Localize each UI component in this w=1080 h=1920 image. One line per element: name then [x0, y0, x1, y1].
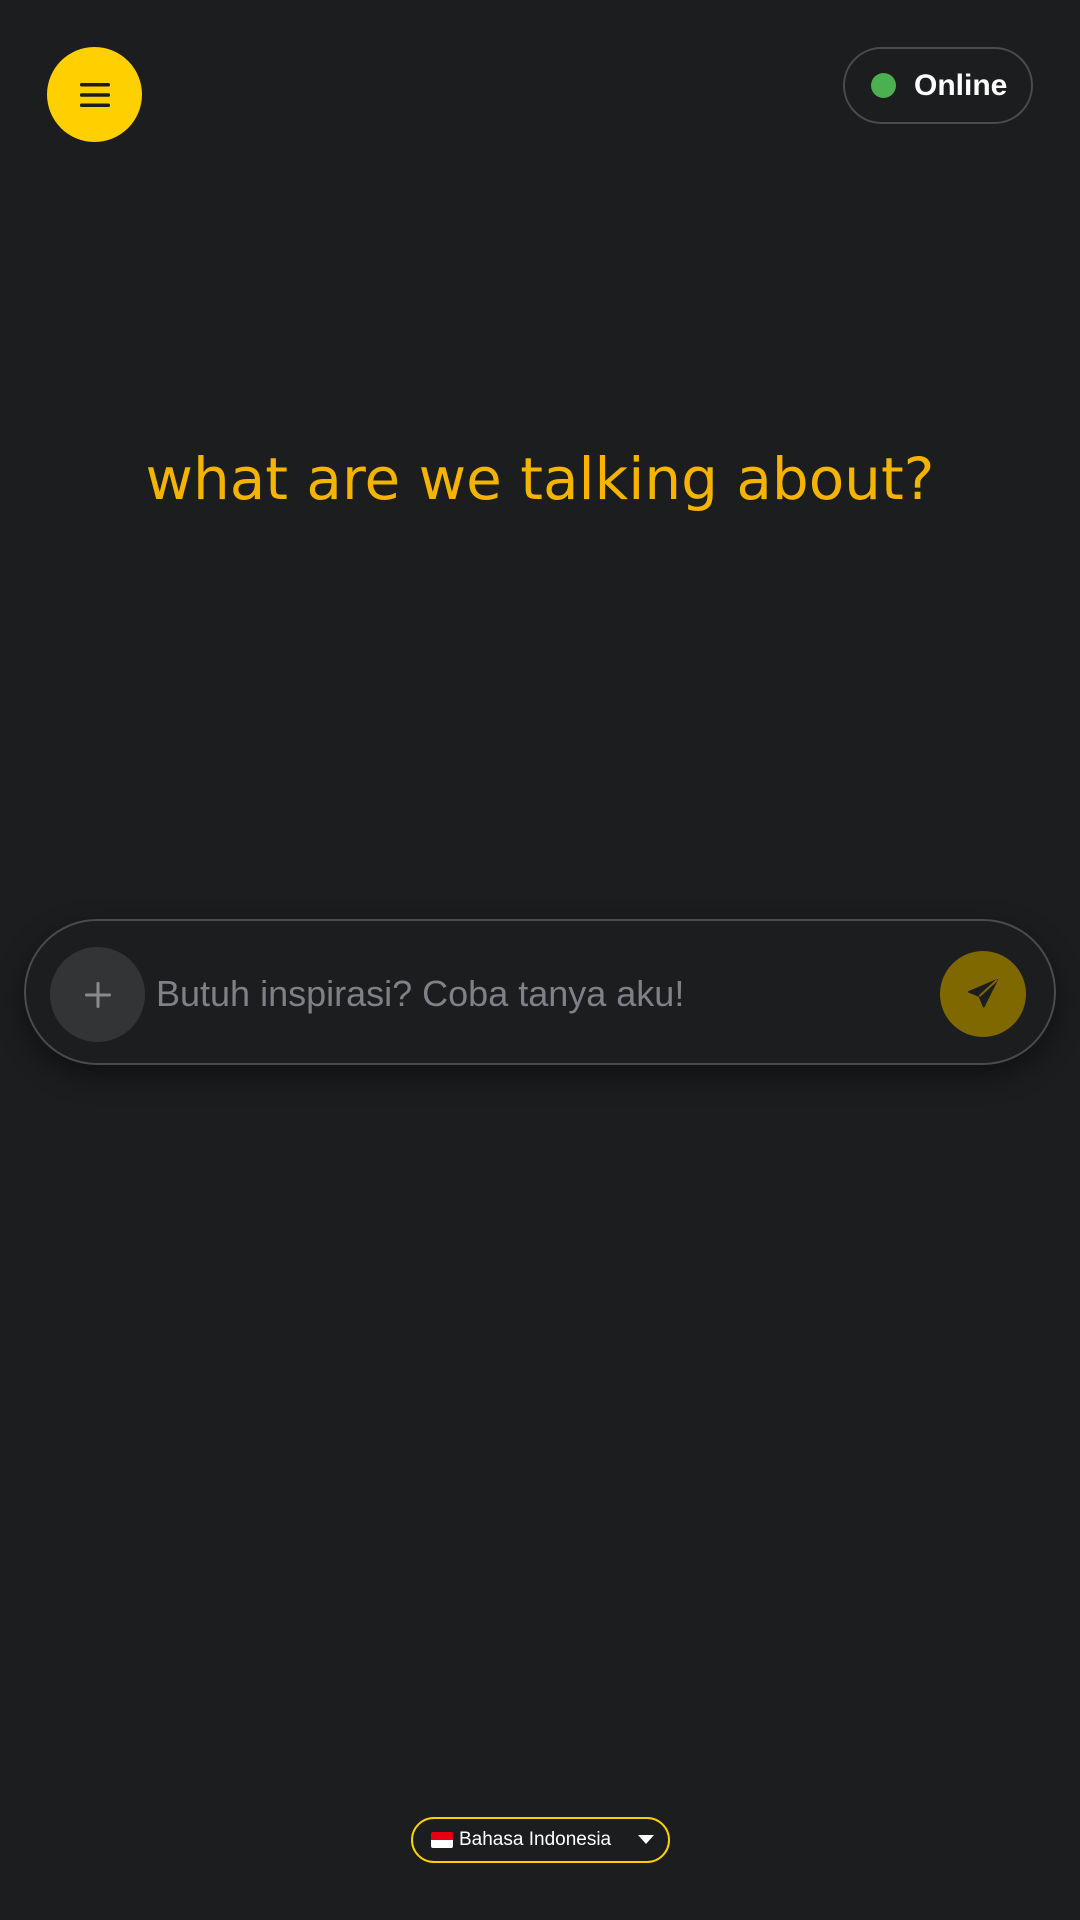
menu-button[interactable] [47, 47, 142, 142]
page-title: what are we talking about? [145, 445, 935, 513]
send-button[interactable] [940, 951, 1026, 1037]
status-dot-icon [871, 73, 896, 98]
plus-icon [84, 981, 111, 1008]
language-select[interactable]: Bahasa Indonesia [411, 1817, 670, 1863]
language-label: Bahasa Indonesia [459, 1829, 612, 1850]
attach-button[interactable] [50, 947, 145, 1042]
send-icon [967, 978, 999, 1008]
chevron-down-icon [638, 1835, 654, 1844]
message-composer [24, 919, 1056, 1065]
status-label: Online [914, 68, 1008, 102]
status-badge: Online [843, 47, 1033, 124]
message-input[interactable] [156, 951, 936, 1037]
hamburger-menu-icon [79, 82, 110, 107]
indonesia-flag-icon [431, 1832, 453, 1848]
chat-home-screen: Online what are we talking about? Bahasa… [0, 0, 1080, 1920]
